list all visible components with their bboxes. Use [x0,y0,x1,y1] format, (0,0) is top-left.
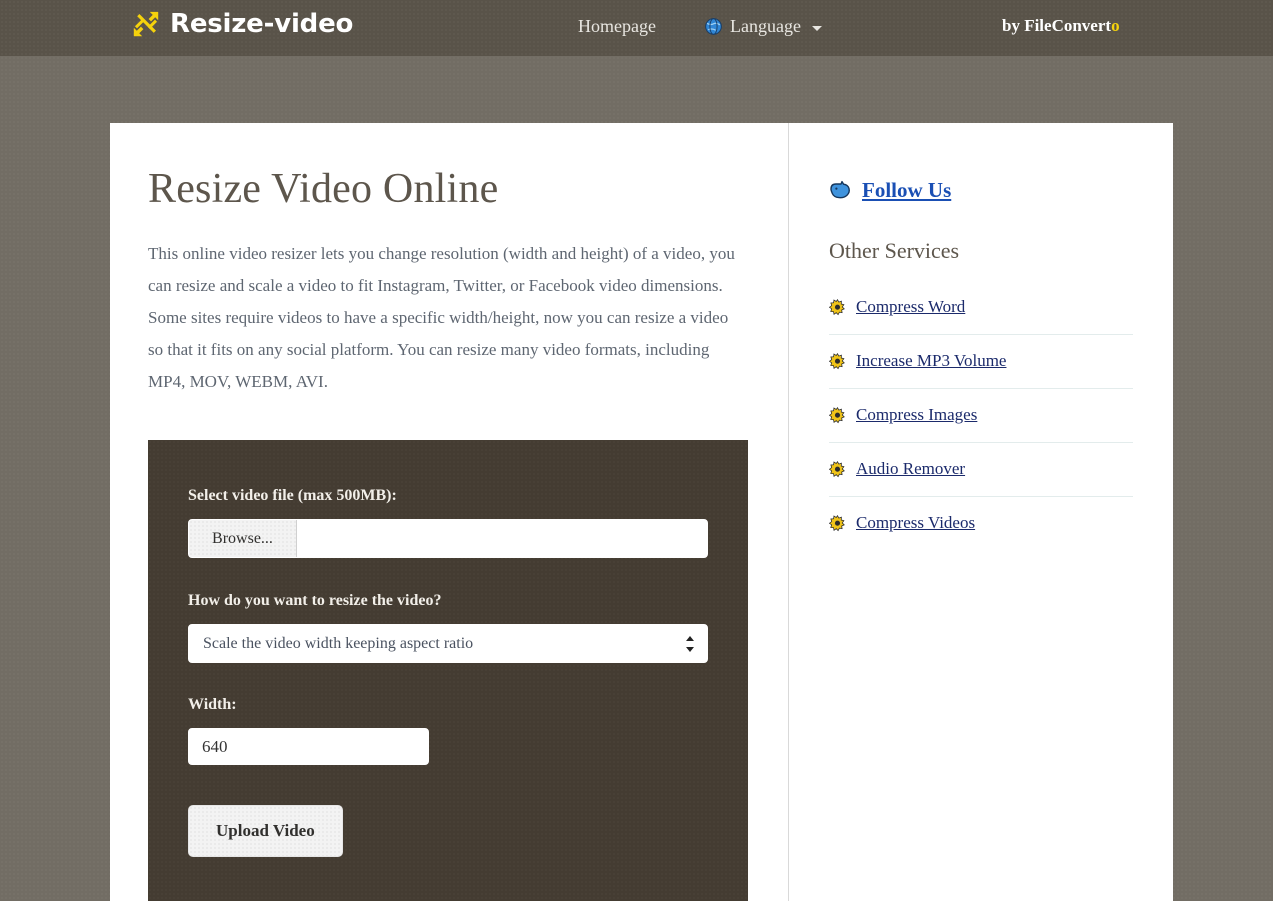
service-link[interactable]: Increase MP3 Volume [856,351,1006,371]
file-name-input[interactable] [297,520,707,557]
gear-icon [829,353,846,370]
file-field-label: Select video file (max 500MB): [188,487,708,505]
byline-fileconverto[interactable]: by FileConverto [1002,16,1120,36]
list-item[interactable]: Compress Word [829,281,1133,335]
resize-form: Select video file (max 500MB): Browse...… [148,440,748,901]
resize-mode-select-wrapper[interactable]: Scale the video width keeping aspect rat… [188,624,708,663]
page-title: Resize Video Online [148,166,748,212]
gear-icon [829,407,846,424]
byline-accent: o [1111,16,1120,35]
gear-icon [829,461,846,478]
chevron-down-icon [812,26,822,31]
gear-icon [829,299,846,316]
intro-paragraph: This online video resizer lets you chang… [148,238,740,398]
list-item[interactable]: Audio Remover [829,443,1133,497]
width-input[interactable] [188,728,429,765]
resize-mode-select[interactable]: Scale the video width keeping aspect rat… [188,624,708,663]
follow-us-row[interactable]: Follow Us [829,178,1133,203]
service-link[interactable]: Audio Remover [856,459,965,479]
twitter-bird-icon [829,180,853,202]
file-picker-row[interactable]: Browse... [188,519,708,558]
other-services-list: Compress Word Increase MP3 Volume [829,281,1133,550]
browse-button[interactable]: Browse... [189,520,297,557]
list-item[interactable]: Compress Images [829,389,1133,443]
nav-language-label: Language [730,16,801,37]
follow-us-link[interactable]: Follow Us [862,178,951,203]
site-header: Resize-video Homepage Language by FileCo… [0,0,1273,56]
globe-icon [705,18,722,35]
width-field-label: Width: [188,696,708,714]
brand-logo-link[interactable]: Resize-video [131,9,353,39]
resize-mode-label: How do you want to resize the video? [188,592,708,610]
gear-icon [829,515,846,532]
content-card: Resize Video Online This online video re… [110,123,1173,901]
list-item[interactable]: Compress Videos [829,497,1133,550]
main-column: Resize Video Online This online video re… [110,123,788,901]
other-services-heading: Other Services [829,238,1133,264]
brand-name: Resize-video [170,9,353,39]
service-link[interactable]: Compress Word [856,297,965,317]
nav-homepage-link[interactable]: Homepage [578,16,656,37]
resize-arrows-icon [131,9,161,39]
sidebar: Follow Us Other Services Compress Word [788,123,1173,901]
nav-language-dropdown[interactable]: Language [705,16,822,37]
list-item[interactable]: Increase MP3 Volume [829,335,1133,389]
service-link[interactable]: Compress Videos [856,513,975,533]
service-link[interactable]: Compress Images [856,405,977,425]
resize-mode-selected-value: Scale the video width keeping aspect rat… [203,635,473,653]
byline-prefix: by FileConvert [1002,16,1111,35]
upload-video-button[interactable]: Upload Video [188,805,343,857]
